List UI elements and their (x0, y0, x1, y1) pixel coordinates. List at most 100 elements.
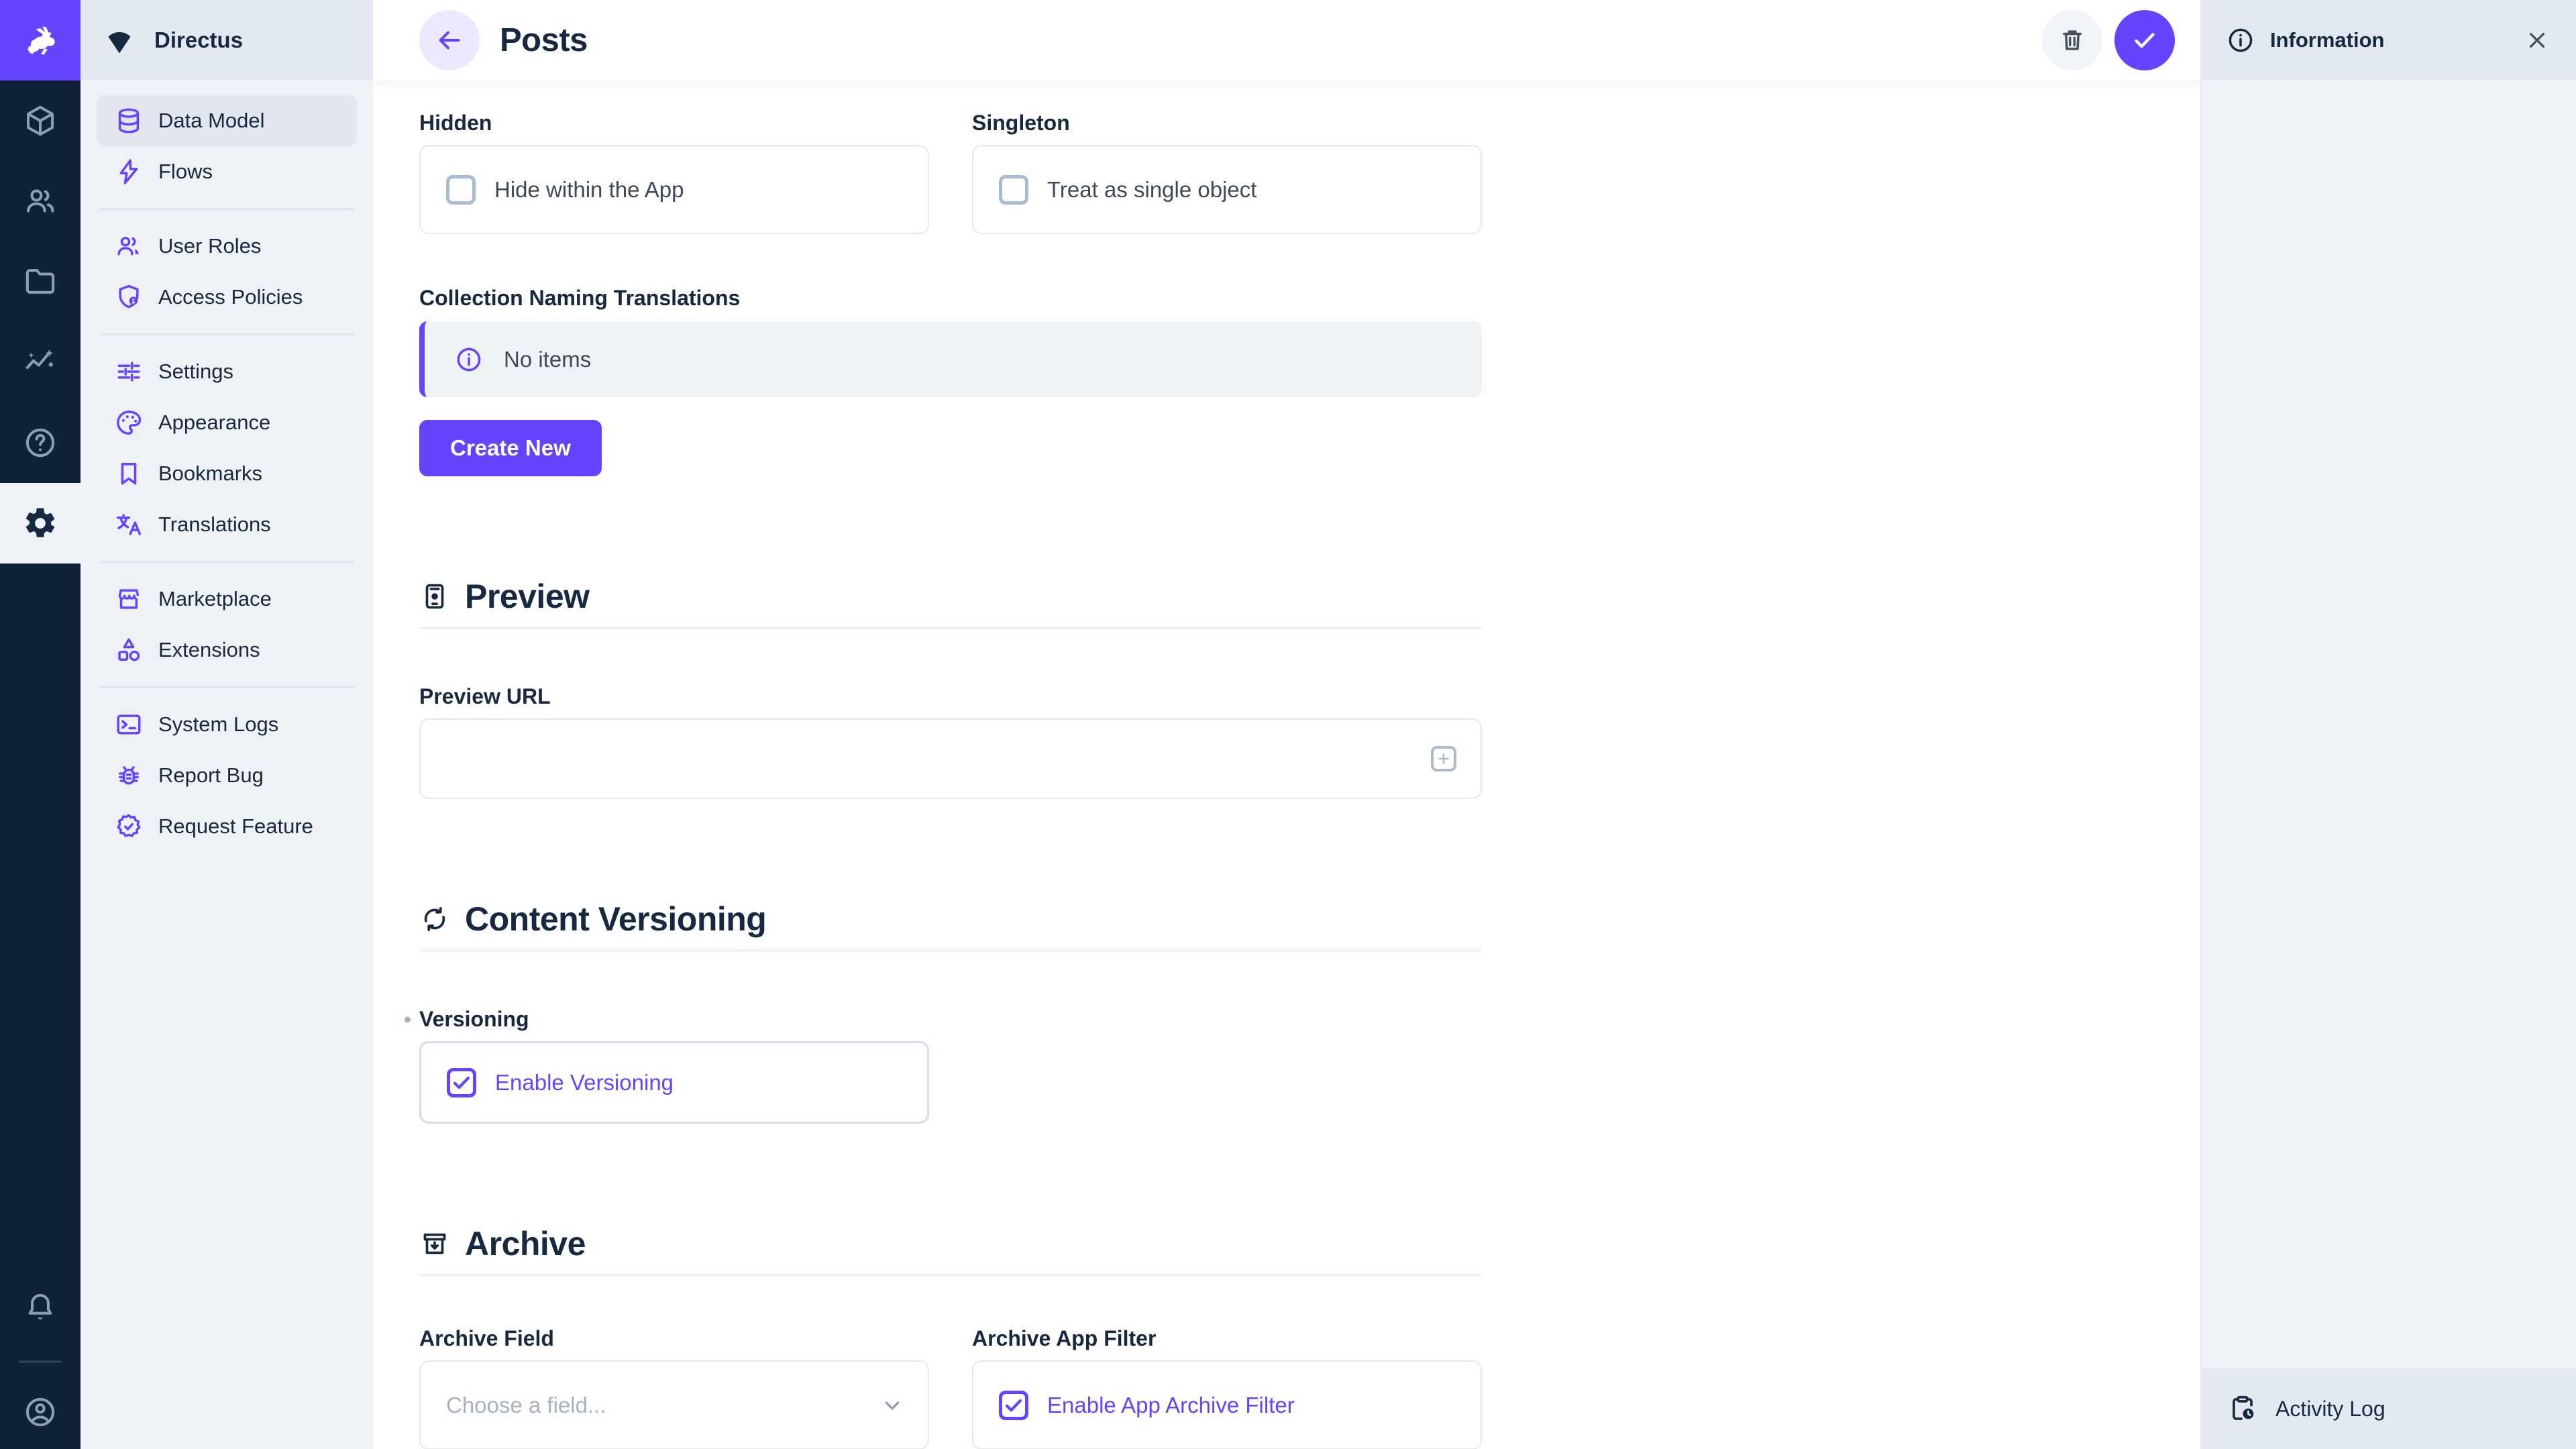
sidebar-divider (99, 686, 354, 688)
checkbox-label: Hide within the App (494, 177, 684, 203)
activity-log-label: Activity Log (2275, 1397, 2385, 1421)
shield-user-icon (114, 282, 144, 312)
directus-logo[interactable] (0, 0, 80, 80)
close-icon (2524, 28, 2550, 53)
storefront-icon (114, 584, 144, 614)
section-heading-text: Content Versioning (465, 900, 766, 938)
checkbox-unchecked[interactable] (999, 175, 1028, 205)
checkbox-unchecked[interactable] (446, 175, 476, 205)
module-settings[interactable] (0, 483, 80, 564)
sidebar-item-label: Request Feature (158, 814, 313, 839)
collection-settings-form: Hidden Hide within the App Singleton Tre… (373, 80, 1482, 1449)
section-divider (419, 1274, 1482, 1277)
field-label: Singleton (972, 111, 1070, 136)
section-divider (419, 627, 1482, 629)
enable-versioning-row[interactable]: Enable Versioning (447, 1068, 674, 1097)
sidebar-item-label: Report Bug (158, 763, 264, 788)
add-field-button[interactable] (1431, 746, 1456, 771)
plus-icon (1435, 750, 1452, 767)
sidebar-item-flows[interactable]: Flows (97, 146, 357, 197)
checkbox-checked[interactable] (999, 1391, 1028, 1420)
project-name: Directus (154, 28, 243, 53)
notifications-button[interactable] (0, 1268, 80, 1348)
sidebar-item-data-model[interactable]: Data Model (97, 95, 357, 146)
module-help[interactable] (0, 402, 80, 483)
sidebar-divider (99, 333, 354, 335)
sidebar-item-system-logs[interactable]: System Logs (97, 699, 357, 750)
account-circle-icon (22, 1394, 58, 1430)
cube-icon (22, 103, 58, 139)
help-icon (22, 425, 58, 461)
sidebar-item-user-roles[interactable]: User Roles (97, 221, 357, 272)
field-hidden: Hidden Hide within the App (419, 111, 929, 234)
insights-icon (22, 344, 58, 380)
field-label-versioning: Versioning (419, 1007, 529, 1032)
sidebar-item-access-policies[interactable]: Access Policies (97, 272, 357, 323)
project-header[interactable]: Directus (80, 0, 373, 80)
versioning-field-box: Enable Versioning (419, 1041, 929, 1124)
trash-icon (2057, 25, 2087, 55)
create-new-button[interactable]: Create New (419, 420, 602, 476)
tune-icon (114, 357, 144, 386)
check-icon (450, 1071, 473, 1094)
bookmark-icon (114, 459, 144, 488)
sidebar-item-label: Data Model (158, 109, 265, 133)
sidebar-item-marketplace[interactable]: Marketplace (97, 574, 357, 625)
directus-rabbit-icon (22, 22, 58, 58)
sidebar-item-label: Bookmarks (158, 462, 262, 486)
activity-log-button[interactable]: Activity Log (2202, 1368, 2576, 1449)
sidebar-item-report-bug[interactable]: Report Bug (97, 750, 357, 801)
bug-icon (114, 761, 144, 790)
sidebar-item-settings[interactable]: Settings (97, 346, 357, 397)
archive-section-heading: Archive (419, 1224, 1482, 1263)
module-content[interactable] (0, 80, 80, 161)
sidebar-item-appearance[interactable]: Appearance (97, 397, 357, 448)
user-avatar-button[interactable] (0, 1375, 80, 1449)
save-button[interactable] (2114, 10, 2175, 70)
sidebar-item-request-feature[interactable]: Request Feature (97, 801, 357, 852)
singleton-checkbox-row[interactable]: Treat as single object (999, 175, 1256, 205)
terminal-icon (114, 710, 144, 739)
section-heading-text: Archive (465, 1224, 586, 1263)
info-panel-title: Information (2270, 28, 2506, 52)
archive-field-select[interactable]: Choose a field... (419, 1360, 929, 1449)
section-divider (419, 949, 1482, 952)
delete-collection-button[interactable] (2042, 10, 2102, 70)
empty-items-notice: No items (419, 321, 1482, 397)
versioning-section-heading: Content Versioning (419, 900, 1482, 938)
page-title: Posts (500, 21, 2022, 59)
field-label: Archive App Filter (972, 1326, 1156, 1351)
module-bar (0, 0, 80, 1449)
info-panel-header: Information (2202, 0, 2576, 80)
sidebar-divider (99, 561, 354, 563)
checkbox-label: Treat as single object (1047, 177, 1256, 203)
category-icon (114, 635, 144, 665)
field-label: Preview URL (419, 684, 551, 709)
navigation-sidebar: Directus Data Model Flows User Roles (80, 0, 373, 1449)
sidebar-item-label: Translations (158, 513, 271, 537)
sidebar-item-extensions[interactable]: Extensions (97, 625, 357, 676)
checkbox-checked[interactable] (447, 1068, 476, 1097)
back-button[interactable] (419, 10, 480, 70)
header-actions (2042, 10, 2175, 70)
info-panel-body (2202, 80, 2576, 1368)
preview-url-input[interactable] (421, 720, 1481, 798)
database-icon (114, 106, 144, 136)
hidden-checkbox-row[interactable]: Hide within the App (446, 175, 684, 205)
sidebar-item-translations[interactable]: Translations (97, 499, 357, 550)
info-sidebar: Information Activity Log (2200, 0, 2576, 1449)
sidebar-item-bookmarks[interactable]: Bookmarks (97, 448, 357, 499)
sidebar-item-label: User Roles (158, 234, 261, 258)
close-sidebar-button[interactable] (2521, 24, 2553, 56)
bell-icon (22, 1290, 58, 1326)
module-insights[interactable] (0, 322, 80, 402)
checkbox-label: Enable Versioning (495, 1070, 674, 1095)
page-header: Posts (373, 0, 2200, 80)
module-bar-divider (19, 1360, 62, 1363)
module-files[interactable] (0, 241, 80, 322)
field-archive-field: Archive Field Choose a field... (419, 1326, 929, 1449)
archive-filter-checkbox-row[interactable]: Enable App Archive Filter (999, 1391, 1295, 1420)
module-users[interactable] (0, 161, 80, 241)
sidebar-item-label: Extensions (158, 638, 260, 662)
arrow-left-icon (434, 25, 465, 56)
